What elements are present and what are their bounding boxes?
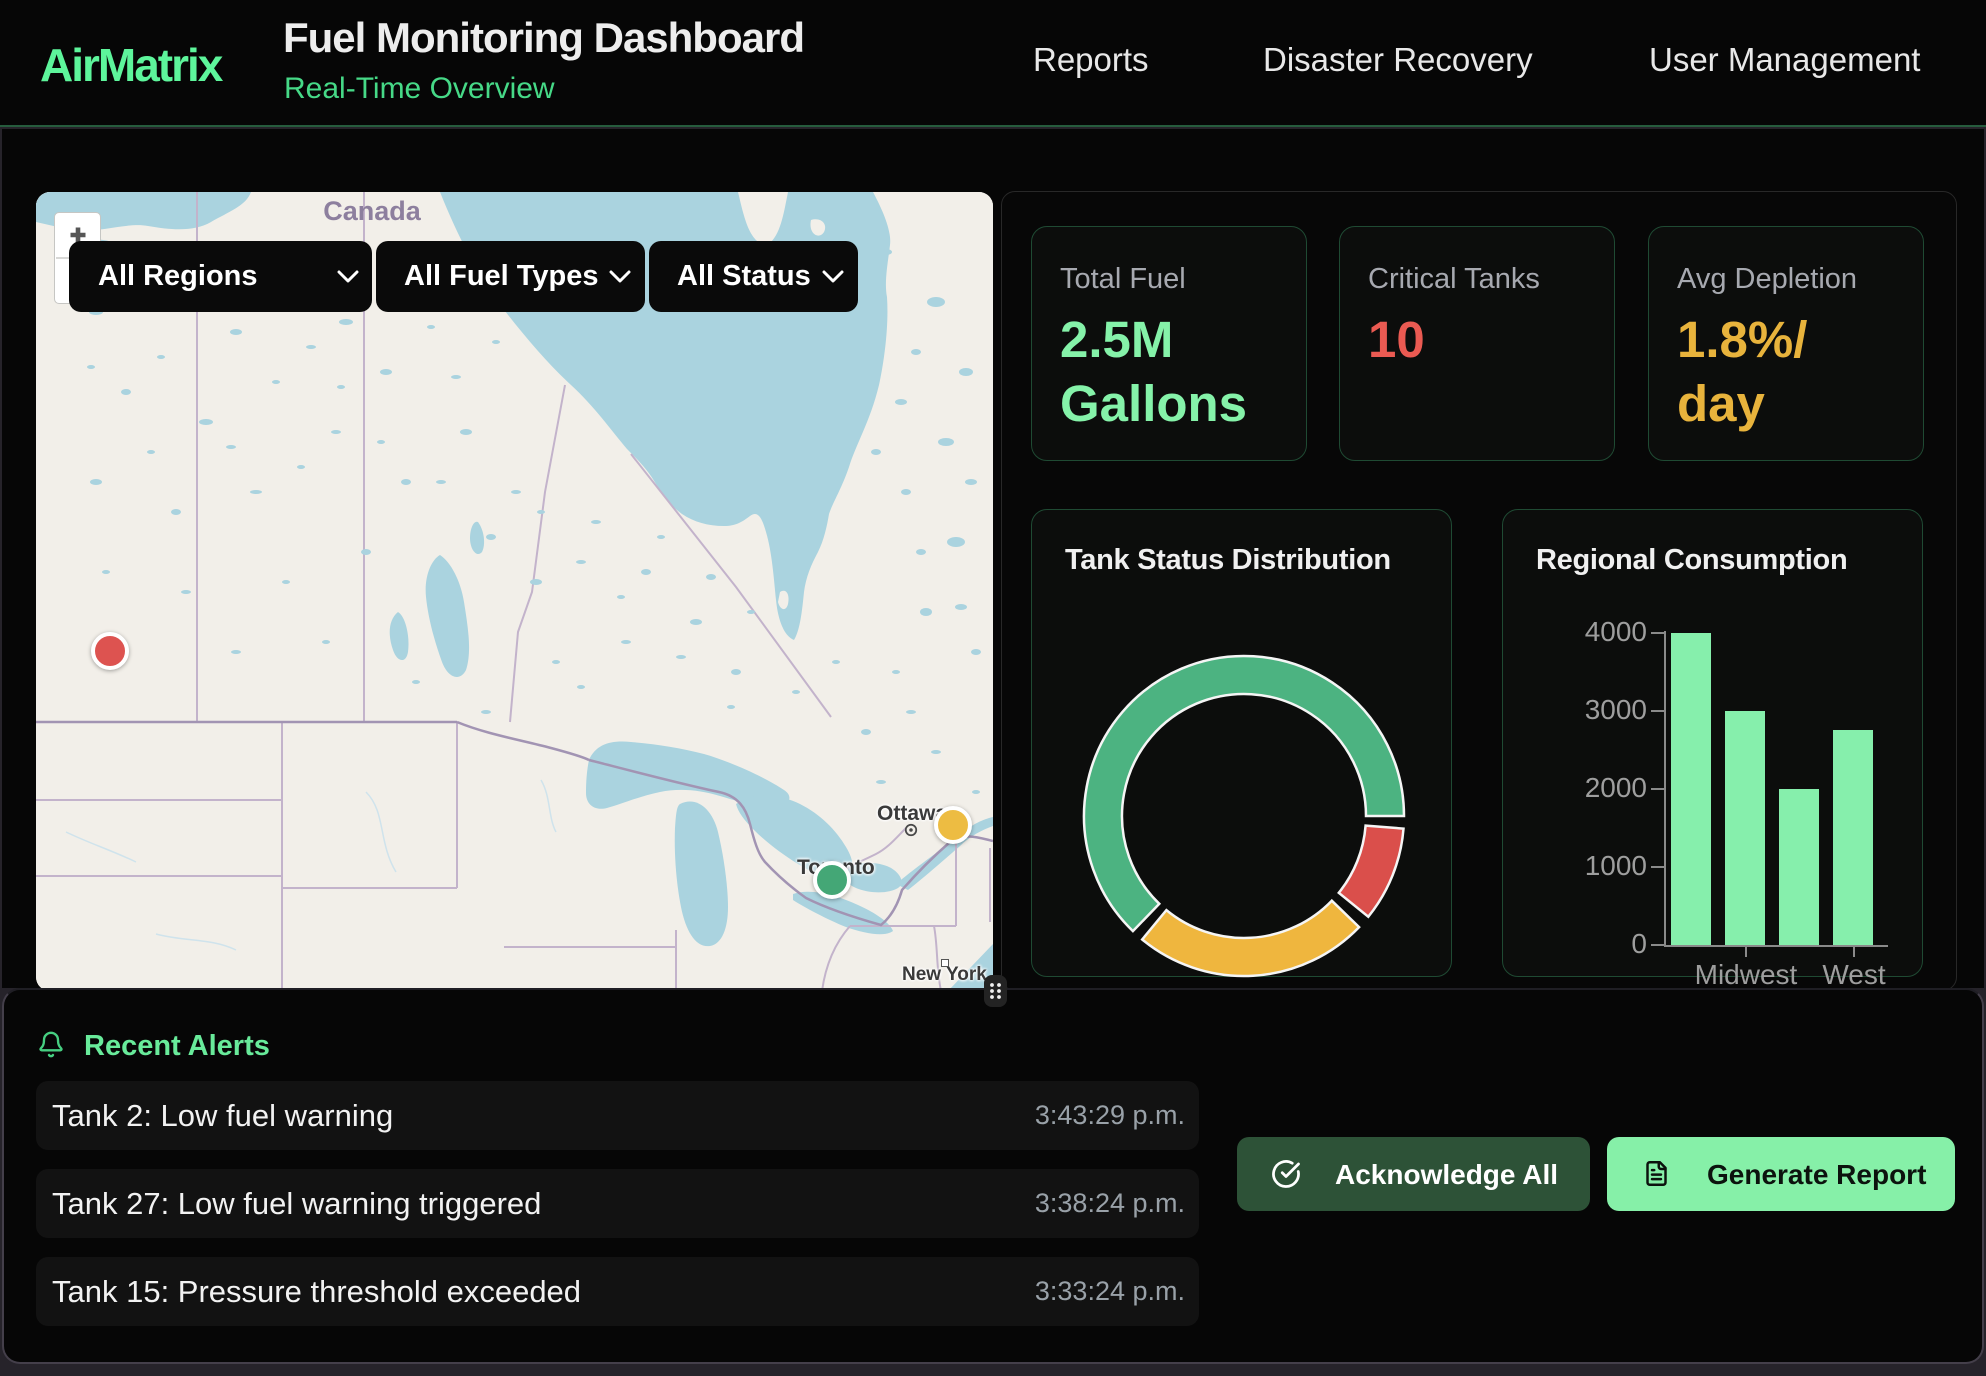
svg-text:Canada: Canada [323, 196, 422, 226]
